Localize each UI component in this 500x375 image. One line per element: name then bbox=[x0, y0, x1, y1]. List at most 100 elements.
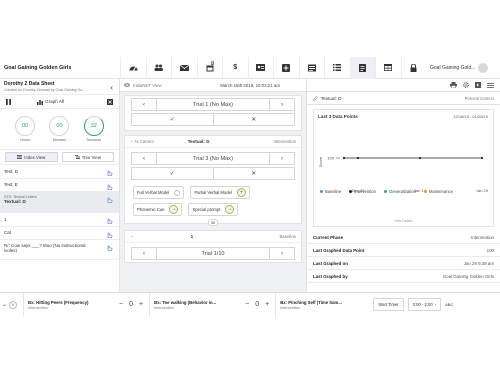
mail-icon[interactable] bbox=[171, 56, 197, 79]
incorrect-button[interactable]: ✕ bbox=[212, 114, 295, 125]
dashboard-icon[interactable] bbox=[120, 56, 146, 79]
table-icon[interactable] bbox=[375, 56, 401, 79]
hours-dial: 00 Hours bbox=[15, 116, 36, 142]
behavior-counter: − 0 + bbox=[119, 301, 149, 308]
round-indicator[interactable]: 5 bbox=[9, 300, 17, 309]
timesheet-icon[interactable] bbox=[298, 56, 325, 79]
chevron-right-icon[interactable]: › bbox=[270, 251, 294, 257]
trial-label: Trial 1/10 bbox=[156, 248, 270, 259]
close-datasheet-icon[interactable] bbox=[107, 98, 113, 105]
menu-icon[interactable] bbox=[487, 82, 494, 88]
chevron-right-icon[interactable]: › bbox=[270, 156, 294, 162]
chevron-right-icon[interactable]: › bbox=[270, 102, 294, 108]
metric-label: Percent Correct bbox=[464, 95, 494, 101]
expand-icon[interactable] bbox=[475, 82, 481, 88]
behavior-text: Bx: Pinching Self (Time Sam... Intervent… bbox=[276, 300, 371, 310]
legend-label: Baseline bbox=[325, 189, 342, 194]
target-name: Textual: D bbox=[321, 95, 342, 101]
abc-button[interactable]: ABC bbox=[445, 302, 453, 307]
edit-icon[interactable] bbox=[313, 95, 318, 101]
increment-button[interactable]: + bbox=[265, 301, 269, 308]
chevron-down-icon[interactable]: ⌄ bbox=[0, 301, 9, 308]
target-label: 1 bbox=[4, 216, 7, 222]
info-row-current-phase: Current Phase Intervention bbox=[307, 231, 500, 244]
pause-icon[interactable] bbox=[6, 98, 11, 105]
hide-details-link[interactable]: Hide Details bbox=[314, 219, 493, 223]
datasheet-title: Dorothy 2 Data Sheet bbox=[4, 81, 55, 87]
list-item[interactable]: Test: E bbox=[0, 179, 119, 192]
index-view-label: Index View bbox=[24, 154, 46, 160]
print-icon[interactable] bbox=[450, 82, 457, 88]
minus-icon: − bbox=[169, 205, 179, 214]
minutes-dial: 00 Minutes bbox=[49, 116, 70, 142]
lock-icon[interactable] bbox=[400, 56, 427, 79]
behavior-text: Bx: Hitting Peers (Frequency) Interventi… bbox=[24, 300, 119, 310]
settings-icon[interactable] bbox=[463, 82, 469, 88]
chevron-right-icon[interactable]: › bbox=[435, 302, 436, 307]
decrement-button[interactable]: − bbox=[245, 301, 249, 308]
correct-button[interactable]: ✓ bbox=[132, 114, 213, 125]
chevron-left-icon[interactable]: ‹ bbox=[132, 251, 156, 257]
billing-icon[interactable]: $ bbox=[222, 56, 248, 79]
list-item[interactable]: 1 bbox=[0, 213, 119, 227]
phase-label: Intervention bbox=[273, 139, 296, 144]
increment-button[interactable]: + bbox=[139, 301, 143, 308]
behavior-counter: − 0 + bbox=[245, 301, 275, 308]
nav-icon-bar: 8 $ bbox=[120, 56, 427, 79]
plus-icon: + bbox=[236, 188, 246, 197]
app-title: Goal Gaining Golden Girls bbox=[4, 64, 72, 71]
legend-label: Intervention bbox=[354, 189, 376, 194]
incorrect-button[interactable]: ✕ bbox=[212, 168, 295, 179]
graph-all-button[interactable]: Graph All bbox=[37, 99, 64, 105]
datasheet-subtitle: Created for Dorothy Zbornak by Goal Gain… bbox=[4, 88, 86, 92]
list-icon[interactable] bbox=[324, 56, 350, 79]
decrement-button[interactable]: − bbox=[119, 301, 123, 308]
correct-button[interactable]: ✓ bbox=[132, 168, 213, 179]
prompt-label: Phonemic Cue bbox=[137, 207, 165, 212]
info-key: Last Graphed on bbox=[313, 260, 348, 266]
prompt-full-verbal-model[interactable]: Full Verbal Model bbox=[133, 186, 185, 199]
prompt-partial-verbal-model[interactable]: Partial Verbal Model + bbox=[190, 186, 250, 199]
behavior-item: Bx: Pinching Self (Time Sam... Intervent… bbox=[275, 292, 453, 317]
graph-toolbar bbox=[307, 79, 500, 92]
behavior-name: Bx: Toe walking (Behavior in... bbox=[154, 299, 217, 305]
chart-legend: Baseline Intervention Generalization Mainte… bbox=[320, 189, 500, 196]
graph-info: Current Phase Intervention Last Graphed … bbox=[307, 231, 500, 283]
behavior-text: Bx: Toe walking (Behavior in... Interven… bbox=[150, 300, 245, 310]
seconds-label: Seconds bbox=[86, 138, 102, 142]
list-item[interactable]: Cat bbox=[0, 227, 119, 240]
info-key: Last Graphed Data Point bbox=[313, 247, 365, 253]
tree-view-tab[interactable]: Tree View bbox=[61, 152, 114, 162]
percent-icon: ◔ bbox=[130, 234, 133, 239]
info-value: Jan 29 9:38 am bbox=[463, 260, 494, 266]
prompt-special[interactable]: Special prompt − bbox=[188, 203, 239, 216]
user-menu[interactable]: Goal Gaining Gold... bbox=[430, 62, 489, 73]
people-icon[interactable] bbox=[145, 56, 172, 79]
index-view-tab[interactable]: Index View bbox=[5, 152, 58, 162]
trial-card-current: ◔ % Correct Textual: D Intervention ‹ Tr… bbox=[124, 135, 302, 226]
target-list: Test: D Test: E STO: Textual Letters Tex… bbox=[0, 165, 119, 260]
datasheet-icon[interactable] bbox=[349, 56, 375, 79]
legend-label: Generalization bbox=[388, 189, 416, 194]
chevron-left-icon[interactable]: ‹ bbox=[132, 156, 156, 162]
add-icon[interactable] bbox=[273, 56, 299, 79]
info-row-last-point: Last Graphed Data Point 100 bbox=[307, 244, 500, 257]
calendar-icon[interactable]: 8 bbox=[196, 56, 223, 79]
start-timer-button[interactable]: Start Timer bbox=[373, 298, 404, 311]
chevron-left-icon[interactable]: ‹ bbox=[132, 102, 156, 108]
prompt-phonemic-cue[interactable]: Phonemic Cue − bbox=[133, 203, 183, 216]
response-buttons: ✓ ✕ bbox=[131, 167, 295, 180]
list-item[interactable]: Test: D bbox=[0, 165, 119, 179]
hand-pointer-icon bbox=[107, 184, 113, 190]
list-item-selected[interactable]: STO: Textual Letters Textual: D bbox=[0, 192, 119, 213]
legend-marker bbox=[423, 190, 427, 193]
list-item[interactable]: R/: Cow says ___? Moo (No instructional … bbox=[0, 240, 119, 260]
chevron-left-icon[interactable]: ‹ bbox=[110, 83, 113, 92]
minus-icon: − bbox=[225, 205, 235, 214]
behavior-count: 0 bbox=[255, 301, 260, 308]
info-row-last-graphed-on: Last Graphed on Jan 29 9:38 am bbox=[307, 257, 500, 270]
id-card-icon[interactable] bbox=[247, 56, 274, 79]
minutes-label: Minutes bbox=[52, 138, 67, 142]
trial-navigator: ‹ Trial 1/10 › bbox=[131, 247, 295, 260]
session-timer: 00 Hours 00 Minutes 32 Seconds bbox=[0, 109, 119, 150]
